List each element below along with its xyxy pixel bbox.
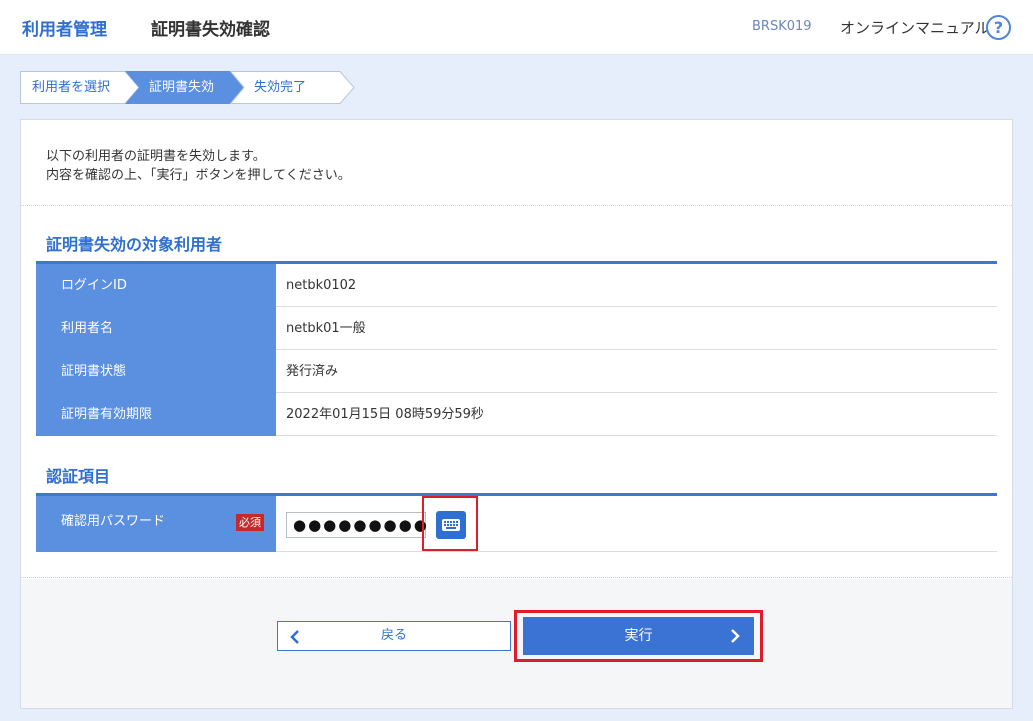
- divider: [21, 577, 1012, 578]
- required-badge: 必須: [236, 514, 264, 531]
- row-value: netbk0102: [286, 278, 357, 293]
- step-label: 失効完了: [254, 80, 307, 95]
- confirm-password-input[interactable]: ●●●●●●●●●: [286, 512, 427, 538]
- step-select-user: 利用者を選択: [20, 71, 140, 104]
- intro-text: 以下の利用者の証明書を失効します。 内容を確認の上、「実行」ボタンを押してくださ…: [46, 147, 351, 185]
- help-icon[interactable]: ?: [986, 15, 1011, 40]
- online-manual-link[interactable]: オンラインマニュアル: [840, 17, 990, 38]
- row-value: 2022年01月15日 08時59分59秒: [286, 407, 484, 422]
- auth-heading: 認証項目: [46, 467, 111, 486]
- execute-button-label: 実行: [624, 628, 653, 644]
- divider: [21, 205, 1012, 206]
- password-row: 確認用パスワード 必須 ●●●●●●●●●: [36, 496, 997, 552]
- header-bar: 利用者管理 証明書失効確認 BRSK019 オンラインマニュアル ?: [0, 0, 1033, 55]
- intro-line-1: 以下の利用者の証明書を失効します。: [46, 149, 266, 164]
- chevron-right-icon: [731, 629, 740, 643]
- page-title: 証明書失効確認: [151, 20, 270, 40]
- auth-table: 確認用パスワード 必須 ●●●●●●●●●: [36, 493, 997, 552]
- action-area: 戻る 実行: [21, 579, 1012, 708]
- table-row: 証明書状態 発行済み: [36, 350, 997, 393]
- target-user-table: ログインID netbk0102 利用者名 netbk01一般 証明書状態 発行…: [36, 261, 997, 436]
- row-label: 証明書状態: [36, 350, 276, 393]
- row-value: 発行済み: [286, 364, 339, 379]
- main-panel: 以下の利用者の証明書を失効します。 内容を確認の上、「実行」ボタンを押してくださ…: [20, 119, 1013, 709]
- table-row: 証明書有効期限 2022年01月15日 08時59分59秒: [36, 393, 997, 436]
- step-label: 利用者を選択: [32, 80, 111, 95]
- row-label: 利用者名: [36, 307, 276, 350]
- back-button[interactable]: 戻る: [277, 621, 511, 651]
- target-user-heading: 証明書失効の対象利用者: [46, 235, 223, 254]
- table-row: ログインID netbk0102: [36, 264, 997, 307]
- step-revoke-complete: 失効完了: [230, 71, 355, 104]
- row-label: ログインID: [36, 264, 276, 307]
- table-row: 利用者名 netbk01一般: [36, 307, 997, 350]
- intro-line-2: 内容を確認の上、「実行」ボタンを押してください。: [46, 168, 351, 183]
- row-value: netbk01一般: [286, 321, 366, 336]
- section-title: 利用者管理: [22, 20, 107, 40]
- keyboard-button-highlight: [422, 496, 478, 551]
- screen-id: BRSK019: [752, 19, 812, 34]
- execute-button[interactable]: 実行: [523, 617, 754, 655]
- row-label: 証明書有効期限: [36, 393, 276, 436]
- back-button-label: 戻る: [380, 628, 407, 643]
